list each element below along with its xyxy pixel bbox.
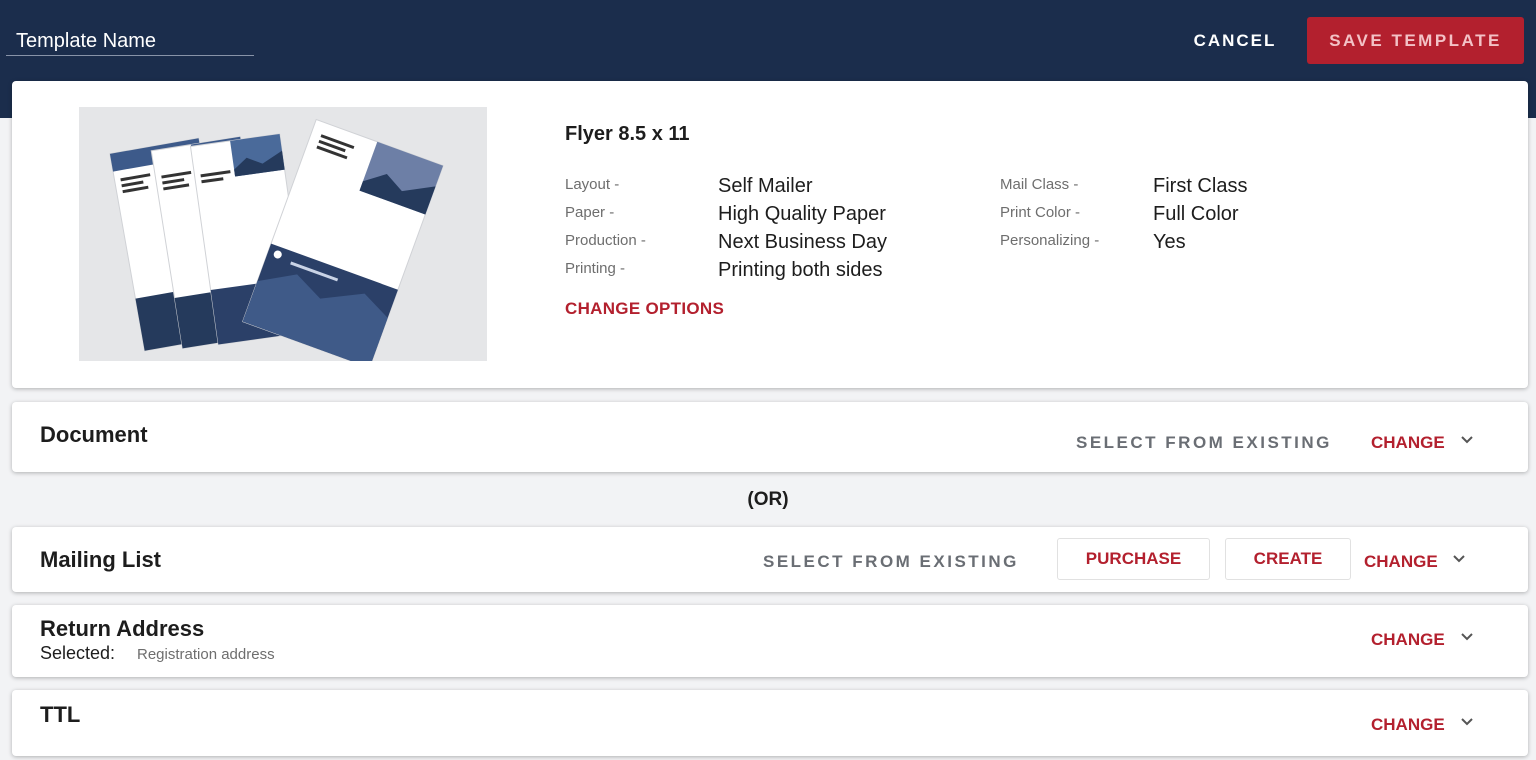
purchase-button[interactable]: PURCHASE — [1057, 538, 1210, 580]
change-options-link[interactable]: CHANGE OPTIONS — [565, 299, 724, 319]
or-divider: (OR) — [747, 489, 789, 510]
layout-value: Self Mailer — [718, 175, 813, 197]
mailing-list-change-link[interactable]: CHANGE — [1364, 552, 1438, 572]
mailing-list-title: Mailing List — [40, 547, 161, 572]
paper-value: High Quality Paper — [718, 203, 886, 225]
save-template-button[interactable]: SAVE TEMPLATE — [1307, 17, 1524, 64]
document-select-existing-link[interactable]: SELECT FROM EXISTING — [1076, 433, 1332, 453]
flyer-stack-image — [79, 107, 487, 361]
ttl-change-link[interactable]: CHANGE — [1371, 715, 1445, 735]
mail-class-value: First Class — [1153, 175, 1248, 197]
create-button[interactable]: CREATE — [1225, 538, 1351, 580]
print-color-value: Full Color — [1153, 203, 1239, 225]
chevron-down-icon[interactable] — [1459, 629, 1475, 645]
ttl-section: TTL CHANGE — [12, 690, 1528, 756]
return-address-section: Return Address CHANGE — [12, 605, 1528, 677]
template-name-input[interactable] — [6, 28, 254, 56]
mail-class-label: Mail Class - — [1000, 176, 1079, 193]
layout-label: Layout - — [565, 176, 620, 193]
document-section: Document SELECT FROM EXISTING CHANGE — [12, 402, 1528, 472]
personalizing-value: Yes — [1153, 231, 1186, 253]
production-value: Next Business Day — [718, 231, 887, 253]
return-address-title: Return Address — [40, 616, 205, 641]
document-change-link[interactable]: CHANGE — [1371, 433, 1445, 453]
printing-value: Printing both sides — [718, 259, 883, 281]
selected-address-value: Registration address — [137, 646, 275, 663]
ttl-title: TTL — [40, 702, 81, 727]
chevron-down-icon[interactable] — [1451, 551, 1467, 567]
print-color-label: Print Color - — [1000, 204, 1081, 221]
printing-label: Printing - — [565, 260, 626, 277]
product-title: Flyer 8.5 x 11 — [565, 123, 690, 145]
mailing-list-select-existing-link[interactable]: SELECT FROM EXISTING — [763, 552, 1019, 572]
flyer-thumbnail — [79, 107, 487, 361]
mailing-list-section: Mailing List SELECT FROM EXISTING PURCHA… — [12, 527, 1528, 592]
return-address-change-link[interactable]: CHANGE — [1371, 630, 1445, 650]
paper-label: Paper - — [565, 204, 615, 221]
document-title: Document — [40, 422, 148, 447]
product-card: Flyer 8.5 x 11 Layout - Self Mailer Pape… — [12, 81, 1528, 388]
cancel-button[interactable]: CANCEL — [1180, 22, 1290, 60]
chevron-down-icon[interactable] — [1459, 432, 1475, 448]
production-label: Production - — [565, 232, 646, 249]
personalizing-label: Personalizing - — [1000, 232, 1100, 249]
selected-label: Selected: — [40, 643, 116, 663]
chevron-down-icon[interactable] — [1459, 714, 1475, 730]
